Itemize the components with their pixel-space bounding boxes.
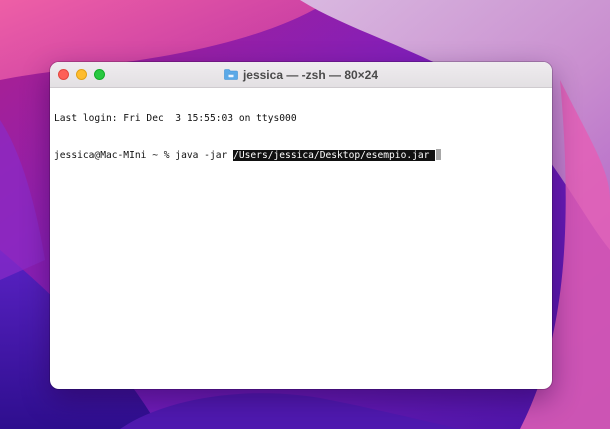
text-cursor <box>436 149 442 160</box>
last-login-line: Last login: Fri Dec 3 15:55:03 on ttys00… <box>54 113 297 124</box>
command-line: jessica@Mac-MIni ~ % java -jar /Users/je… <box>54 149 548 161</box>
selected-path[interactable]: /Users/jessica/Desktop/esempio.jar <box>233 150 436 161</box>
folder-icon <box>224 69 238 80</box>
title-bar[interactable]: jessica — -zsh — 80×24 <box>50 62 552 88</box>
window-title-text: jessica — -zsh — 80×24 <box>242 67 379 82</box>
command-text: java -jar <box>175 150 234 161</box>
terminal-content[interactable]: Last login: Fri Dec 3 15:55:03 on ttys00… <box>54 89 548 385</box>
window-title: jessica — -zsh — 80×24 <box>50 62 552 87</box>
shell-prompt: jessica@Mac-MIni ~ % <box>54 150 176 161</box>
terminal-window: jessica — -zsh — 80×24 Last login: Fri D… <box>50 62 552 389</box>
